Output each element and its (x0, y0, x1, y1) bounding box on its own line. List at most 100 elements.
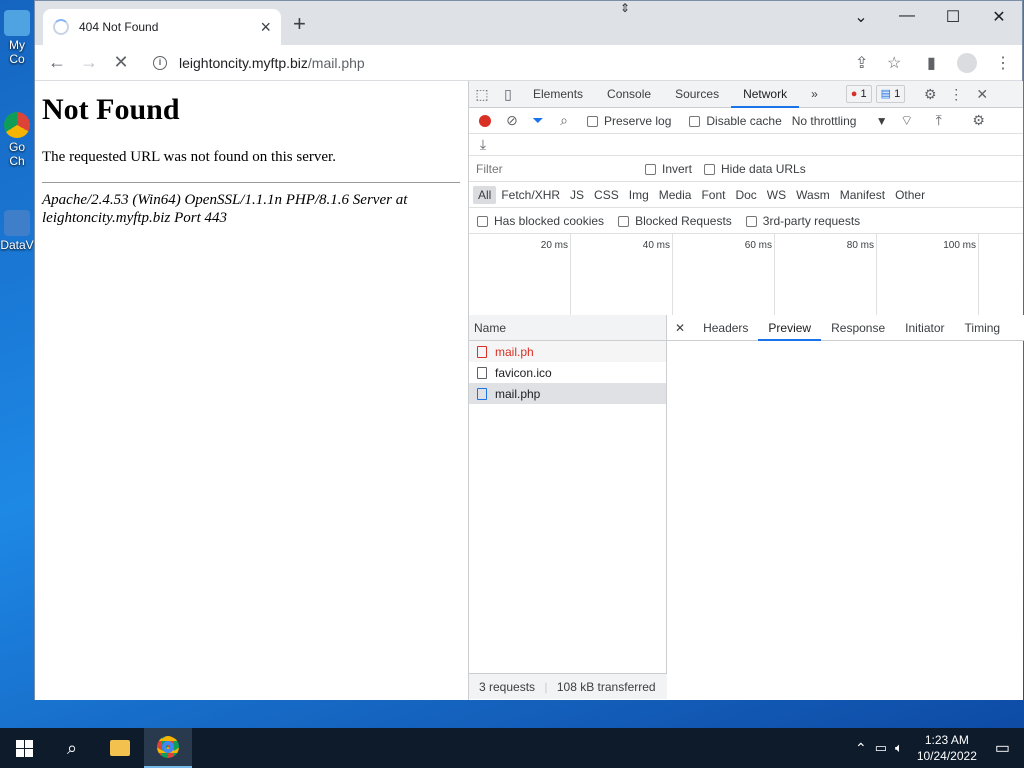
stop-button[interactable]: ✕ (105, 52, 137, 73)
network-icon[interactable]: ▭ (871, 740, 891, 756)
search-button[interactable]: ⌕ (48, 728, 96, 768)
clock[interactable]: 1:23 AM 10/24/2022 (907, 732, 987, 764)
tab-close-icon[interactable]: × (260, 18, 271, 36)
chrome-taskbar-button[interactable] (144, 728, 192, 768)
disable-cache-toggle[interactable]: Disable cache (689, 113, 782, 128)
desktop-icon-datav[interactable]: DataV (0, 210, 34, 252)
filter-input[interactable] (473, 158, 633, 179)
settings-gear-icon[interactable]: ⚙ (917, 86, 943, 103)
volume-icon[interactable]: 🔈︎ (891, 740, 907, 756)
disable-cache-checkbox[interactable] (689, 115, 701, 127)
network-settings-icon[interactable]: ⚙ (966, 112, 992, 129)
browser-window: 404 Not Found × + ⇕ ⌄ — ☐ ✕ ← → ✕ i leig… (34, 0, 1024, 700)
hide-data-urls-checkbox[interactable] (704, 163, 716, 175)
search-icon[interactable]: ⌕ (551, 112, 577, 129)
type-filter-all[interactable]: All (473, 185, 497, 204)
name-column-header[interactable]: Name (469, 315, 666, 341)
window-minimize-icon[interactable]: — (884, 7, 930, 25)
bookmark-star-icon[interactable]: ☆ (887, 53, 901, 73)
throttling-label: No throttling (791, 113, 857, 128)
blocked-requests-checkbox[interactable] (618, 215, 630, 227)
minimize-button[interactable]: ⌄ (838, 7, 884, 27)
device-toolbar-icon[interactable]: ▯ (495, 86, 521, 103)
third-party-toggle[interactable]: 3rd-party requests (745, 214, 860, 228)
timeline-tick-label: 100 ms (943, 240, 976, 251)
type-filter-wasm[interactable]: Wasm (791, 186, 835, 204)
export-har-icon[interactable]: ⤓ (473, 136, 493, 153)
address-bar[interactable]: i leightoncity.myftp.biz/mail.php (143, 49, 879, 77)
site-info-icon[interactable]: i (153, 56, 167, 70)
side-panel-icon[interactable]: ▮ (927, 53, 936, 73)
record-button[interactable] (479, 114, 491, 127)
tab-network[interactable]: Network (731, 81, 800, 108)
browser-tab[interactable]: 404 Not Found × (43, 9, 281, 45)
network-conditions-icon[interactable]: ⌔ (894, 112, 920, 130)
type-filter-ws[interactable]: WS (762, 186, 791, 204)
throttling-select[interactable]: No throttling ▼ (792, 114, 888, 128)
preserve-log-toggle[interactable]: Preserve log (587, 114, 671, 128)
profile-avatar-icon[interactable] (957, 53, 977, 73)
type-filter-css[interactable]: CSS (589, 186, 624, 204)
share-icon[interactable]: ⇪ (855, 53, 868, 73)
desktop-icon-chrome[interactable]: Go Ch (0, 112, 34, 168)
forward-button[interactable]: → (73, 52, 105, 73)
timeline-overview[interactable]: 20 ms 40 ms 60 ms 80 ms 100 ms (469, 234, 1023, 316)
start-button[interactable] (0, 728, 48, 768)
type-filter-fetch-xhr[interactable]: Fetch/XHR (496, 186, 565, 204)
request-row[interactable]: favicon.ico (469, 362, 666, 383)
devtools-menu-icon[interactable]: ⋮ (943, 86, 969, 103)
request-row[interactable]: mail.ph (469, 341, 666, 362)
blocked-requests-toggle[interactable]: Blocked Requests (618, 214, 732, 228)
maximize-button[interactable]: ☐ (930, 7, 976, 27)
back-button[interactable]: ← (41, 52, 73, 73)
timeline-gridline: 80 ms (775, 234, 877, 316)
third-party-checkbox[interactable] (745, 215, 757, 227)
type-filter-js[interactable]: JS (565, 186, 589, 204)
has-blocked-cookies-checkbox[interactable] (477, 215, 488, 227)
file-explorer-button[interactable] (96, 728, 144, 768)
has-blocked-cookies-toggle[interactable]: Has blocked cookies (477, 214, 604, 228)
request-row[interactable]: mail.php (469, 383, 666, 404)
document-icon (477, 387, 487, 400)
hide-data-urls-toggle[interactable]: Hide data URLs (704, 162, 806, 176)
tab-preview[interactable]: Preview (758, 315, 822, 341)
new-tab-button[interactable]: + (293, 13, 306, 35)
request-list: Name mail.ph favicon.ico mail.php 3 requ… (469, 315, 667, 699)
type-filter-manifest[interactable]: Manifest (835, 186, 890, 204)
tab-sources[interactable]: Sources (663, 81, 731, 108)
tab-elements[interactable]: Elements (521, 81, 595, 108)
inspect-element-icon[interactable]: ⬚ (469, 86, 495, 103)
network-summary-footer: 3 requests | 108 kB transferred (469, 673, 667, 699)
preserve-log-checkbox[interactable] (587, 115, 598, 127)
type-filter-doc[interactable]: Doc (730, 186, 761, 204)
type-filter-media[interactable]: Media (654, 186, 697, 204)
tab-initiator[interactable]: Initiator (895, 315, 954, 341)
import-har-icon[interactable]: ⤒ (926, 112, 952, 129)
more-tabs-button[interactable]: » (799, 81, 830, 108)
filter-funnel-icon[interactable]: ⏷ (525, 112, 551, 129)
tab-console[interactable]: Console (595, 81, 663, 108)
notifications-icon[interactable]: ▭ (987, 738, 1024, 758)
browser-toolbar: ← → ✕ i leightoncity.myftp.biz/mail.php … (35, 45, 1022, 81)
invert-toggle[interactable]: Invert (645, 162, 692, 176)
desktop-icon-my-computer[interactable]: My Co (0, 10, 34, 66)
clear-icon[interactable]: ⊘ (499, 112, 525, 129)
this-pc-icon (4, 10, 30, 36)
message-count-badge[interactable]: ▤ 1 (875, 85, 906, 103)
close-detail-icon[interactable]: ✕ (667, 315, 693, 341)
page-message: The requested URL was not found on this … (42, 149, 336, 165)
type-filter-img[interactable]: Img (624, 186, 654, 204)
tab-headers[interactable]: Headers (693, 315, 758, 341)
type-filter-font[interactable]: Font (696, 186, 730, 204)
close-window-button[interactable]: ✕ (976, 7, 1022, 27)
tab-response[interactable]: Response (821, 315, 895, 341)
close-devtools-icon[interactable]: ✕ (969, 86, 995, 103)
show-hidden-icons-icon[interactable]: ⌃ (851, 740, 871, 757)
export-row: ⤓ (469, 134, 1023, 156)
disable-cache-label: Disable cache (706, 113, 782, 128)
menu-kebab-icon[interactable]: ⋮ (995, 53, 1011, 73)
type-filter-other[interactable]: Other (890, 186, 930, 204)
tab-timing[interactable]: Timing (955, 315, 1011, 341)
invert-checkbox[interactable] (645, 163, 656, 175)
error-count-badge[interactable]: ● 1 (845, 85, 872, 103)
